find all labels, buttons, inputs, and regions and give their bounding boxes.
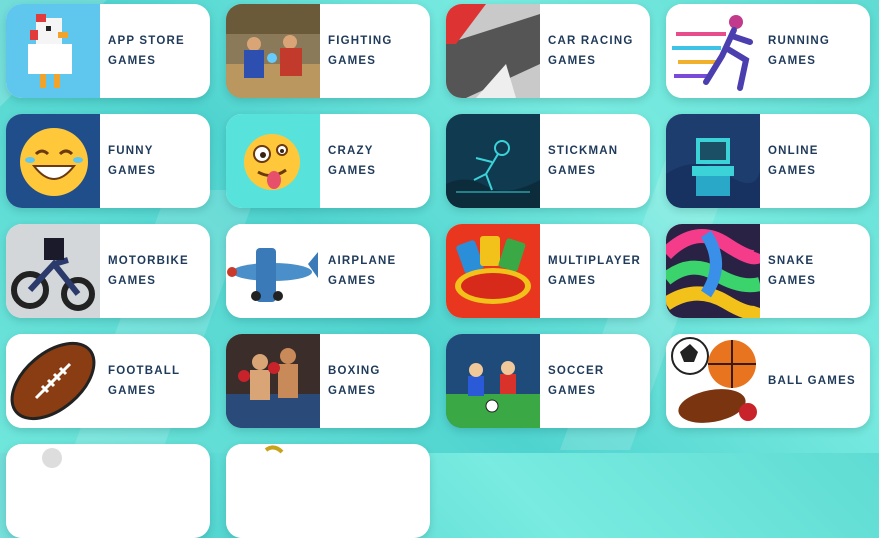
card-subtitle: GAMES: [328, 385, 377, 397]
card-title: MULTIPLAYER: [548, 255, 642, 267]
category-card-stickman[interactable]: STICKMAN GAMES: [446, 114, 650, 208]
balls-icon: [666, 334, 760, 428]
card-title: BALL GAMES: [768, 375, 856, 387]
category-card-soccer[interactable]: SOCCER GAMES: [446, 334, 650, 428]
card-subtitle: GAMES: [768, 275, 817, 287]
category-card-funny[interactable]: FUNNY GAMES: [6, 114, 210, 208]
category-card-online[interactable]: ONLINE GAMES: [666, 114, 870, 208]
snake-icon: [666, 224, 760, 318]
card-title: BOXING: [328, 365, 381, 377]
category-card-ball-games[interactable]: BALL GAMES: [666, 334, 870, 428]
card-title: FIGHTING: [328, 35, 393, 47]
card-subtitle: GAMES: [548, 55, 597, 67]
airplane-icon: [226, 224, 320, 318]
boxing-icon: [226, 334, 320, 428]
category-card-football[interactable]: FOOTBALL GAMES: [6, 334, 210, 428]
category-card-crazy[interactable]: CRAZY GAMES: [226, 114, 430, 208]
stickman-icon: [446, 114, 540, 208]
card-subtitle: GAMES: [768, 55, 817, 67]
card-subtitle: GAMES: [108, 385, 157, 397]
game-thumbnail-icon: [226, 444, 320, 538]
category-card-multiplayer[interactable]: MULTIPLAYER GAMES: [446, 224, 650, 318]
category-card-snake[interactable]: SNAKE GAMES: [666, 224, 870, 318]
card-subtitle: GAMES: [328, 275, 377, 287]
soccer-icon: [446, 334, 540, 428]
race-car-icon: [446, 4, 540, 98]
card-title: FUNNY: [108, 145, 154, 157]
crazy-emoji-icon: [226, 114, 320, 208]
card-subtitle: GAMES: [328, 55, 377, 67]
category-card-fighting[interactable]: FIGHTING GAMES: [226, 4, 430, 98]
laughing-emoji-icon: [6, 114, 100, 208]
card-title: SOCCER: [548, 365, 605, 377]
card-subtitle: GAMES: [108, 275, 157, 287]
category-card-boxing[interactable]: BOXING GAMES: [226, 334, 430, 428]
motorbike-icon: [6, 224, 100, 318]
crossy-chicken-icon: [6, 4, 100, 98]
category-card-partial[interactable]: [226, 444, 430, 538]
card-title: APP STORE: [108, 35, 185, 47]
street-fighter-icon: [226, 4, 320, 98]
card-subtitle: GAMES: [548, 275, 597, 287]
card-subtitle: GAMES: [328, 165, 377, 177]
category-card-partial[interactable]: [6, 444, 210, 538]
runner-icon: [666, 4, 760, 98]
card-subtitle: GAMES: [108, 165, 157, 177]
card-title: RUNNING: [768, 35, 831, 47]
card-subtitle: GAMES: [108, 55, 157, 67]
card-subtitle: GAMES: [548, 385, 597, 397]
card-title: CRAZY: [328, 145, 374, 157]
card-title: CAR RACING: [548, 35, 634, 47]
card-title: SNAKE: [768, 255, 815, 267]
game-thumbnail-icon: [6, 444, 100, 538]
card-title: AIRPLANE: [328, 255, 397, 267]
category-card-motorbike[interactable]: MOTORBIKE GAMES: [6, 224, 210, 318]
card-title: STICKMAN: [548, 145, 619, 157]
card-subtitle: GAMES: [768, 165, 817, 177]
football-icon: [6, 334, 100, 428]
card-title: MOTORBIKE: [108, 255, 189, 267]
card-subtitle: GAMES: [548, 165, 597, 177]
category-card-running[interactable]: RUNNING GAMES: [666, 4, 870, 98]
card-title: ONLINE: [768, 145, 819, 157]
category-card-car-racing[interactable]: CAR RACING GAMES: [446, 4, 650, 98]
card-title: FOOTBALL: [108, 365, 181, 377]
category-card-app-store[interactable]: APP STORE GAMES: [6, 4, 210, 98]
category-card-airplane[interactable]: AIRPLANE GAMES: [226, 224, 430, 318]
arcade-machine-icon: [666, 114, 760, 208]
uno-cards-icon: [446, 224, 540, 318]
